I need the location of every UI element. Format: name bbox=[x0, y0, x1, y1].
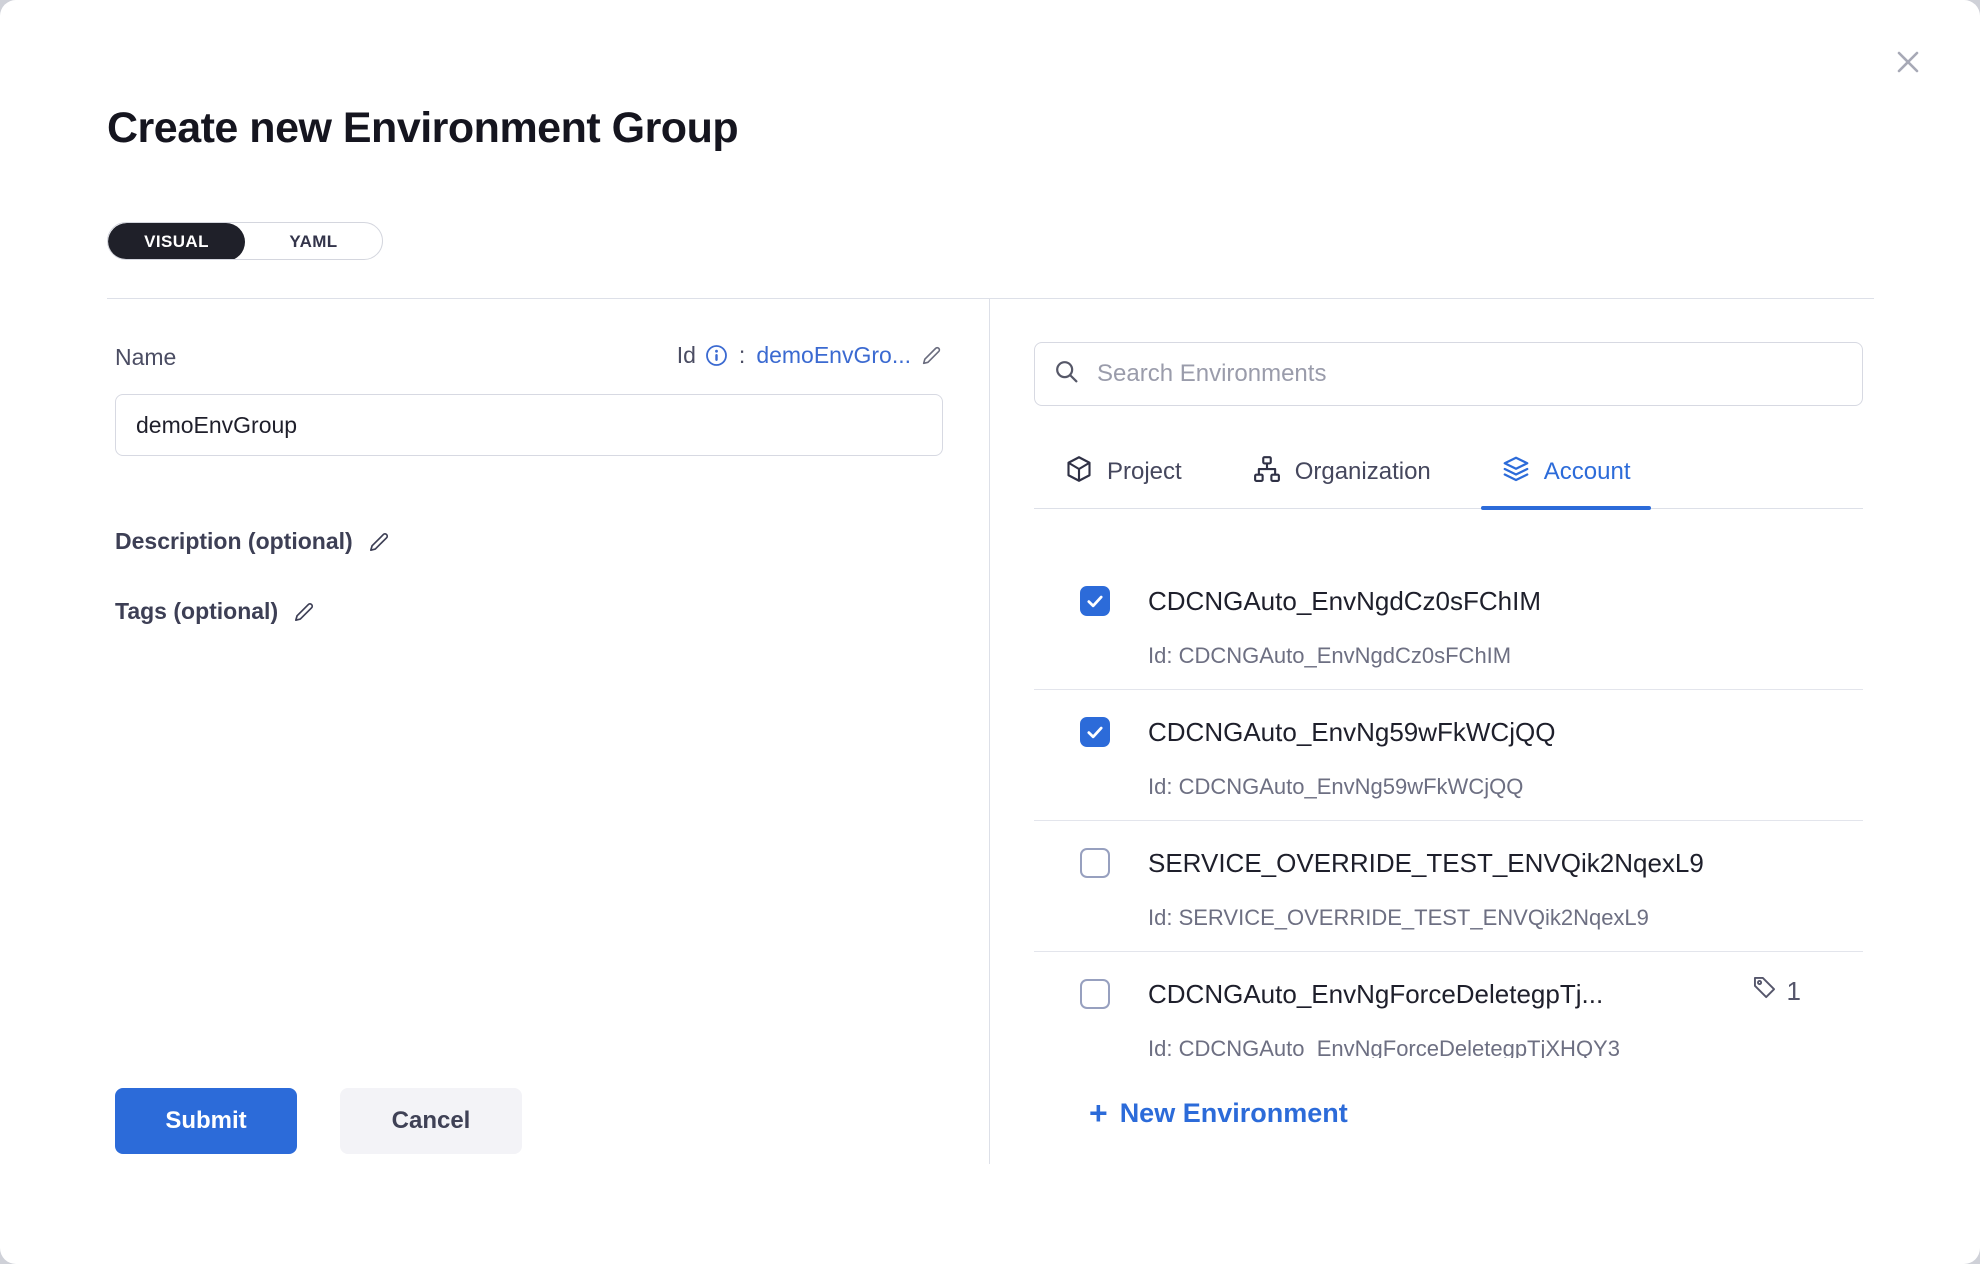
environment-name: CDCNGAuto_EnvNgdCz0sFChIM bbox=[1148, 585, 1863, 617]
entity-id-value[interactable]: demoEnvGro... bbox=[756, 342, 911, 369]
visual-yaml-toggle: VISUAL YAML bbox=[107, 222, 383, 260]
tab-project[interactable]: Project bbox=[1064, 436, 1182, 508]
environment-list: CDCNGAuto_EnvNgdCz0sFChIM Id: CDCNGAuto_… bbox=[1034, 510, 1863, 1058]
account-layers-icon bbox=[1501, 454, 1531, 491]
id-label: Id bbox=[677, 342, 696, 369]
tags-label: Tags (optional) bbox=[115, 598, 278, 625]
plus-icon: + bbox=[1089, 1100, 1108, 1127]
cancel-button[interactable]: Cancel bbox=[340, 1088, 522, 1154]
env-checkbox[interactable] bbox=[1080, 979, 1110, 1009]
tab-organization-label: Organization bbox=[1295, 458, 1431, 486]
close-icon[interactable] bbox=[1888, 42, 1928, 82]
environment-row[interactable]: CDCNGAuto_EnvNgdCz0sFChIM Id: CDCNGAuto_… bbox=[1034, 559, 1863, 690]
tab-project-label: Project bbox=[1107, 458, 1182, 486]
toggle-yaml[interactable]: YAML bbox=[245, 223, 382, 260]
new-environment-label: New Environment bbox=[1120, 1098, 1348, 1129]
name-label: Name bbox=[115, 344, 176, 371]
environment-row[interactable]: CDCNGAuto_EnvNg59wFkWCjQQ Id: CDCNGAuto_… bbox=[1034, 690, 1863, 821]
tag-count-badge: 1 bbox=[1751, 974, 1801, 1008]
environment-search-box bbox=[1034, 342, 1863, 406]
id-colon: : bbox=[739, 342, 745, 369]
search-icon bbox=[1053, 358, 1081, 391]
tab-account[interactable]: Account bbox=[1501, 436, 1631, 508]
search-input[interactable] bbox=[1095, 359, 1844, 389]
tag-icon bbox=[1751, 974, 1778, 1008]
tab-organization[interactable]: Organization bbox=[1252, 436, 1431, 508]
environment-name: CDCNGAuto_EnvNg59wFkWCjQQ bbox=[1148, 716, 1863, 748]
page-title: Create new Environment Group bbox=[107, 104, 738, 153]
header-divider bbox=[107, 298, 1874, 299]
edit-description-pencil-icon[interactable] bbox=[367, 530, 391, 554]
entity-id-row: Id : demoEnvGro... bbox=[677, 342, 943, 369]
env-checkbox[interactable] bbox=[1080, 586, 1110, 616]
environment-id: Id: CDCNGAuto_EnvNgdCz0sFChIM bbox=[1148, 643, 1863, 669]
submit-button[interactable]: Submit bbox=[115, 1088, 297, 1154]
tags-label-row: Tags (optional) bbox=[115, 598, 316, 625]
description-label: Description (optional) bbox=[115, 528, 353, 555]
env-checkbox[interactable] bbox=[1080, 848, 1110, 878]
environment-row[interactable]: SERVICE_OVERRIDE_TEST_ENVQik2NqexL9 Id: … bbox=[1034, 821, 1863, 952]
env-scope-tabs: Project Organization Account bbox=[1034, 436, 1863, 509]
environment-row[interactable]: CDCNGAuto_EnvNgForceDeletegpTj... Id: CD… bbox=[1034, 952, 1863, 1058]
info-icon[interactable] bbox=[705, 344, 728, 367]
environment-id: Id: CDCNGAuto_EnvNg59wFkWCjQQ bbox=[1148, 774, 1863, 800]
env-checkbox[interactable] bbox=[1080, 717, 1110, 747]
environment-id: Id: CDCNGAuto_EnvNgForceDeletegpTjXHQY3 bbox=[1148, 1036, 1863, 1058]
tab-account-label: Account bbox=[1544, 458, 1631, 486]
tag-count: 1 bbox=[1787, 976, 1801, 1007]
description-label-row: Description (optional) bbox=[115, 528, 391, 555]
organization-hierarchy-icon bbox=[1252, 454, 1282, 491]
edit-id-pencil-icon[interactable] bbox=[920, 344, 943, 367]
name-input[interactable] bbox=[115, 394, 943, 456]
project-cube-icon bbox=[1064, 454, 1094, 491]
new-environment-button[interactable]: + New Environment bbox=[1089, 1098, 1348, 1129]
toggle-visual[interactable]: VISUAL bbox=[108, 223, 245, 260]
create-environment-group-modal: Create new Environment Group VISUAL YAML… bbox=[0, 0, 1980, 1264]
edit-tags-pencil-icon[interactable] bbox=[292, 600, 316, 624]
environment-id: Id: SERVICE_OVERRIDE_TEST_ENVQik2NqexL9 bbox=[1148, 905, 1863, 931]
column-divider bbox=[989, 298, 990, 1164]
environment-name: SERVICE_OVERRIDE_TEST_ENVQik2NqexL9 bbox=[1148, 847, 1863, 879]
